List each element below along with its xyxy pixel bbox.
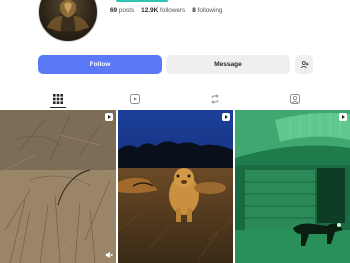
- follow-button[interactable]: Follow: [38, 55, 162, 74]
- tagged-user-icon: [290, 94, 300, 104]
- muted-icon[interactable]: [105, 251, 113, 259]
- reel-indicator-icon: [105, 113, 113, 121]
- post-thumbnail[interactable]: [0, 110, 116, 263]
- suggested-users-button[interactable]: [295, 55, 313, 74]
- message-button[interactable]: Message: [166, 55, 290, 74]
- profile-stats: 69 posts 12.9K followers 8 following: [110, 7, 222, 14]
- post-thumbnail[interactable]: [235, 110, 350, 263]
- add-person-icon: [300, 61, 309, 69]
- profile-tabs: [0, 88, 350, 110]
- story-ring: [116, 0, 168, 2]
- reel-indicator-icon: [222, 113, 230, 121]
- reel-indicator-icon: [339, 113, 347, 121]
- reels-icon: [130, 94, 140, 104]
- dry-grassland-photo: [0, 110, 116, 263]
- posts-count[interactable]: 69 posts: [110, 7, 134, 14]
- lion-cubs-night-photo: [118, 110, 233, 263]
- tab-tagged[interactable]: [237, 88, 350, 110]
- post-thumbnail[interactable]: [118, 110, 233, 263]
- following-count[interactable]: 8 following: [192, 7, 222, 14]
- eagle-avatar-icon: [46, 0, 90, 32]
- posts-grid: [0, 110, 350, 263]
- night-vision-dog-photo: [235, 110, 350, 263]
- followers-count[interactable]: 12.9K followers: [141, 7, 185, 14]
- repost-icon: [211, 94, 219, 104]
- grid-icon: [53, 94, 63, 104]
- avatar[interactable]: [38, 0, 98, 42]
